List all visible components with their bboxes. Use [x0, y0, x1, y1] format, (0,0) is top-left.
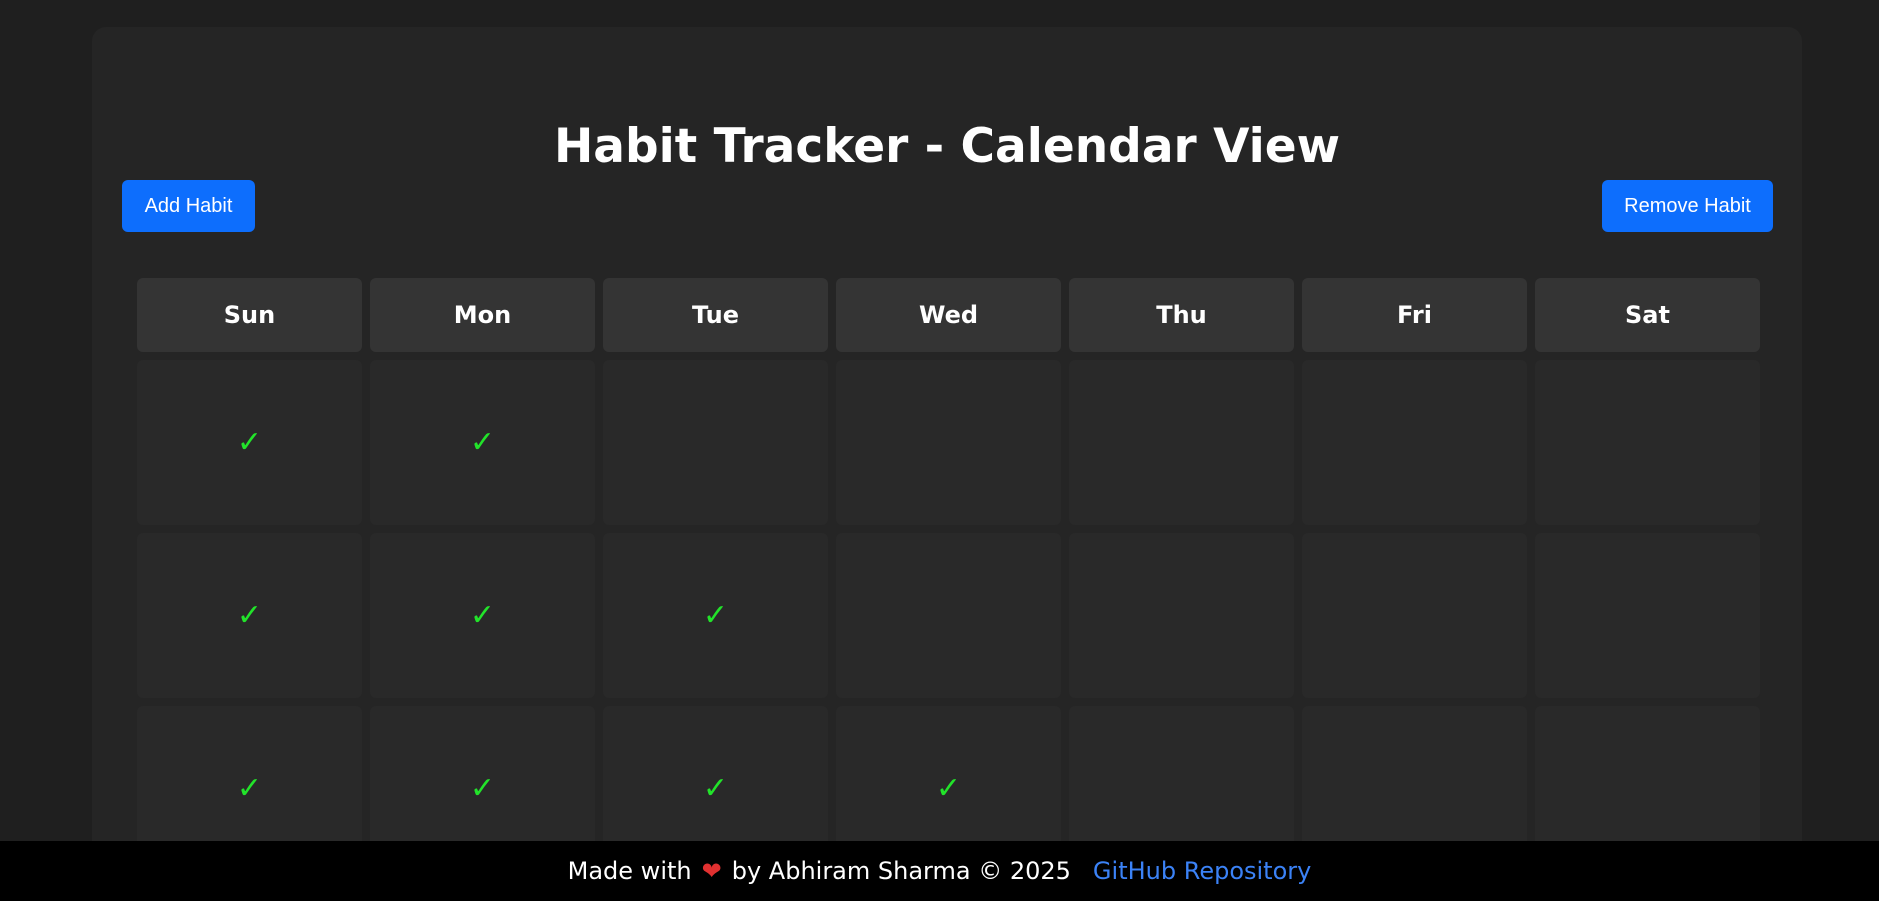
check-icon: ✓	[236, 424, 263, 460]
calendar-header: Sun Mon Tue Wed Thu Fri Sat	[137, 278, 1760, 352]
github-repository-link[interactable]: GitHub Repository	[1093, 857, 1311, 885]
day-header-mon: Mon	[370, 278, 595, 352]
habit-card: Habit Tracker - Calendar View Add Habit …	[92, 27, 1802, 901]
day-header-tue: Tue	[603, 278, 828, 352]
day-cell-sat[interactable]	[1535, 533, 1760, 698]
day-header-thu: Thu	[1069, 278, 1294, 352]
footer-byline: by Abhiram Sharma © 2025	[731, 857, 1071, 885]
day-cell-sat[interactable]	[1535, 360, 1760, 525]
heart-icon: ❤	[701, 857, 722, 885]
check-icon: ✓	[236, 597, 263, 633]
check-icon: ✓	[702, 770, 729, 806]
day-header-fri: Fri	[1302, 278, 1527, 352]
day-header-sun: Sun	[137, 278, 362, 352]
check-icon: ✓	[469, 424, 496, 460]
check-icon: ✓	[469, 597, 496, 633]
day-cell-fri[interactable]	[1302, 360, 1527, 525]
day-cell-thu[interactable]	[1069, 533, 1294, 698]
day-cell-sun[interactable]: ✓	[137, 533, 362, 698]
day-header-wed: Wed	[836, 278, 1061, 352]
check-icon: ✓	[935, 770, 962, 806]
check-icon: ✓	[702, 597, 729, 633]
week-row: ✓ ✓ ✓	[137, 533, 1760, 698]
calendar-grid: ✓ ✓ ✓ ✓ ✓ ✓ ✓ ✓ ✓	[137, 360, 1760, 879]
day-cell-tue[interactable]: ✓	[603, 533, 828, 698]
day-cell-tue[interactable]	[603, 360, 828, 525]
check-icon: ✓	[236, 770, 263, 806]
day-cell-mon[interactable]: ✓	[370, 360, 595, 525]
page-title: Habit Tracker - Calendar View	[553, 119, 1341, 174]
footer: Made with ❤ by Abhiram Sharma © 2025 Git…	[0, 841, 1879, 901]
day-cell-sun[interactable]: ✓	[137, 360, 362, 525]
day-header-sat: Sat	[1535, 278, 1760, 352]
day-cell-thu[interactable]	[1069, 360, 1294, 525]
footer-made-with: Made with	[567, 857, 692, 885]
day-cell-wed[interactable]	[836, 533, 1061, 698]
page: Habit Tracker - Calendar View Add Habit …	[0, 0, 1879, 901]
check-icon: ✓	[469, 770, 496, 806]
day-cell-wed[interactable]	[836, 360, 1061, 525]
remove-habit-button[interactable]: Remove Habit	[1602, 180, 1773, 232]
week-row: ✓ ✓	[137, 360, 1760, 525]
day-cell-fri[interactable]	[1302, 533, 1527, 698]
day-cell-mon[interactable]: ✓	[370, 533, 595, 698]
add-habit-button[interactable]: Add Habit	[122, 180, 255, 232]
